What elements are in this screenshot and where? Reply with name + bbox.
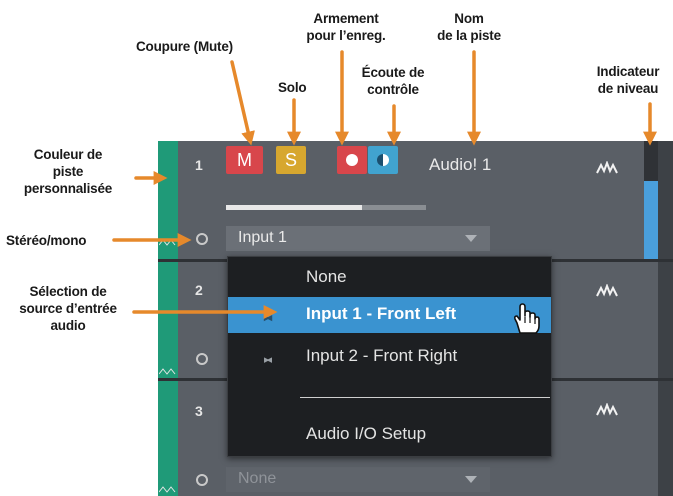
input-source-callout-line2: source d’entrée [19, 301, 117, 316]
solo-button[interactable]: S [276, 146, 306, 174]
hand-cursor-icon [513, 303, 540, 334]
track-color-strip-2[interactable] [158, 262, 178, 378]
dropdown-arrow-icon [465, 476, 477, 483]
track-right-strip [658, 141, 673, 496]
input-source-callout-line3: audio [50, 318, 86, 333]
monitor-button[interactable] [368, 146, 398, 174]
level-meter-callout-line1: Indicateur [596, 64, 660, 79]
dropdown-item-label: None [306, 267, 347, 286]
volume-fader[interactable] [226, 205, 426, 210]
monitor-callout-line1: Écoute de [361, 65, 425, 80]
level-meter-callout: Indicateur de niveau [583, 63, 673, 97]
dropdown-separator [300, 397, 550, 398]
mute-button[interactable]: M [226, 146, 263, 174]
input-source-dropdown: None ▸◂ Input 1 - Front Left ▸◂ Input 2 … [227, 256, 552, 457]
dropdown-item-input-1[interactable]: ▸◂ Input 1 - Front Left [228, 297, 551, 333]
track-name[interactable]: Audio! 1 [429, 155, 491, 175]
input-port-icon: ▸◂ [264, 354, 272, 366]
rec-arm-callout-line1: Armement [313, 11, 379, 26]
level-meter-background [644, 141, 658, 181]
track-color-callout-line1: Couleur de [33, 147, 103, 162]
record-dot-icon [346, 154, 358, 166]
input-port-icon: ▸◂ [264, 312, 272, 324]
dropdown-item-label: Input 1 - Front Left [306, 304, 457, 323]
mute-callout: Coupure (Mute) [136, 39, 233, 54]
solo-button-label: S [284, 149, 297, 170]
input-selector-value: Input 1 [238, 229, 287, 246]
rec-arm-callout: Armement pour l’enreg. [291, 10, 401, 44]
waveform-view-icon[interactable] [596, 161, 618, 175]
monitor-callout: Écoute de contrôle [348, 64, 438, 98]
track-name-callout-line1: Nom [454, 11, 484, 26]
stereo-mono-toggle[interactable] [196, 353, 208, 365]
input-selector-value: None [238, 470, 277, 487]
level-meter-callout-line2: de niveau [597, 81, 659, 96]
track-color-callout-line3: personnalisée [23, 181, 113, 196]
input-source-callout-line1: Sélection de [29, 284, 107, 299]
stereo-mono-toggle[interactable] [196, 233, 208, 245]
track-number: 1 [195, 157, 203, 173]
dropdown-arrow-icon [465, 235, 477, 242]
waveform-icon [159, 486, 176, 493]
mute-button-label: M [237, 149, 252, 170]
track-name-callout: Nom de la piste [424, 10, 514, 44]
input-selector[interactable]: None [226, 467, 490, 492]
stereo-mono-callout: Stéréo/mono [6, 233, 87, 248]
record-arm-button[interactable] [337, 146, 367, 174]
dropdown-item-label: Input 2 - Front Right [306, 346, 458, 365]
volume-fader-fill [226, 205, 362, 210]
track-color-strip-3[interactable] [158, 381, 178, 496]
stereo-mono-toggle[interactable] [196, 474, 208, 486]
input-selector[interactable]: Input 1 [226, 226, 490, 251]
input-source-callout: Sélection de source d’entrée audio [4, 283, 132, 334]
waveform-view-icon[interactable] [596, 403, 618, 417]
waveform-icon [159, 239, 176, 246]
dropdown-item-none[interactable]: None [228, 260, 551, 296]
waveform-view-icon[interactable] [596, 284, 618, 298]
monitor-callout-line2: contrôle [367, 82, 419, 97]
level-meter [644, 181, 658, 261]
solo-callout: Solo [278, 80, 307, 95]
track-color-callout: Couleur de piste personnalisée [4, 146, 132, 197]
dropdown-item-label: Audio I/O Setup [306, 424, 427, 443]
track-color-callout-line2: piste [52, 164, 84, 179]
rec-arm-callout-line2: pour l’enreg. [306, 28, 386, 43]
track-number: 3 [195, 403, 203, 419]
waveform-icon [159, 368, 176, 375]
dropdown-item-io-setup[interactable]: Audio I/O Setup [228, 417, 551, 453]
dropdown-item-input-2[interactable]: ▸◂ Input 2 - Front Right [228, 339, 551, 375]
track-number: 2 [195, 282, 203, 298]
track-name-callout-line2: de la piste [437, 28, 501, 43]
monitor-icon [377, 154, 389, 166]
